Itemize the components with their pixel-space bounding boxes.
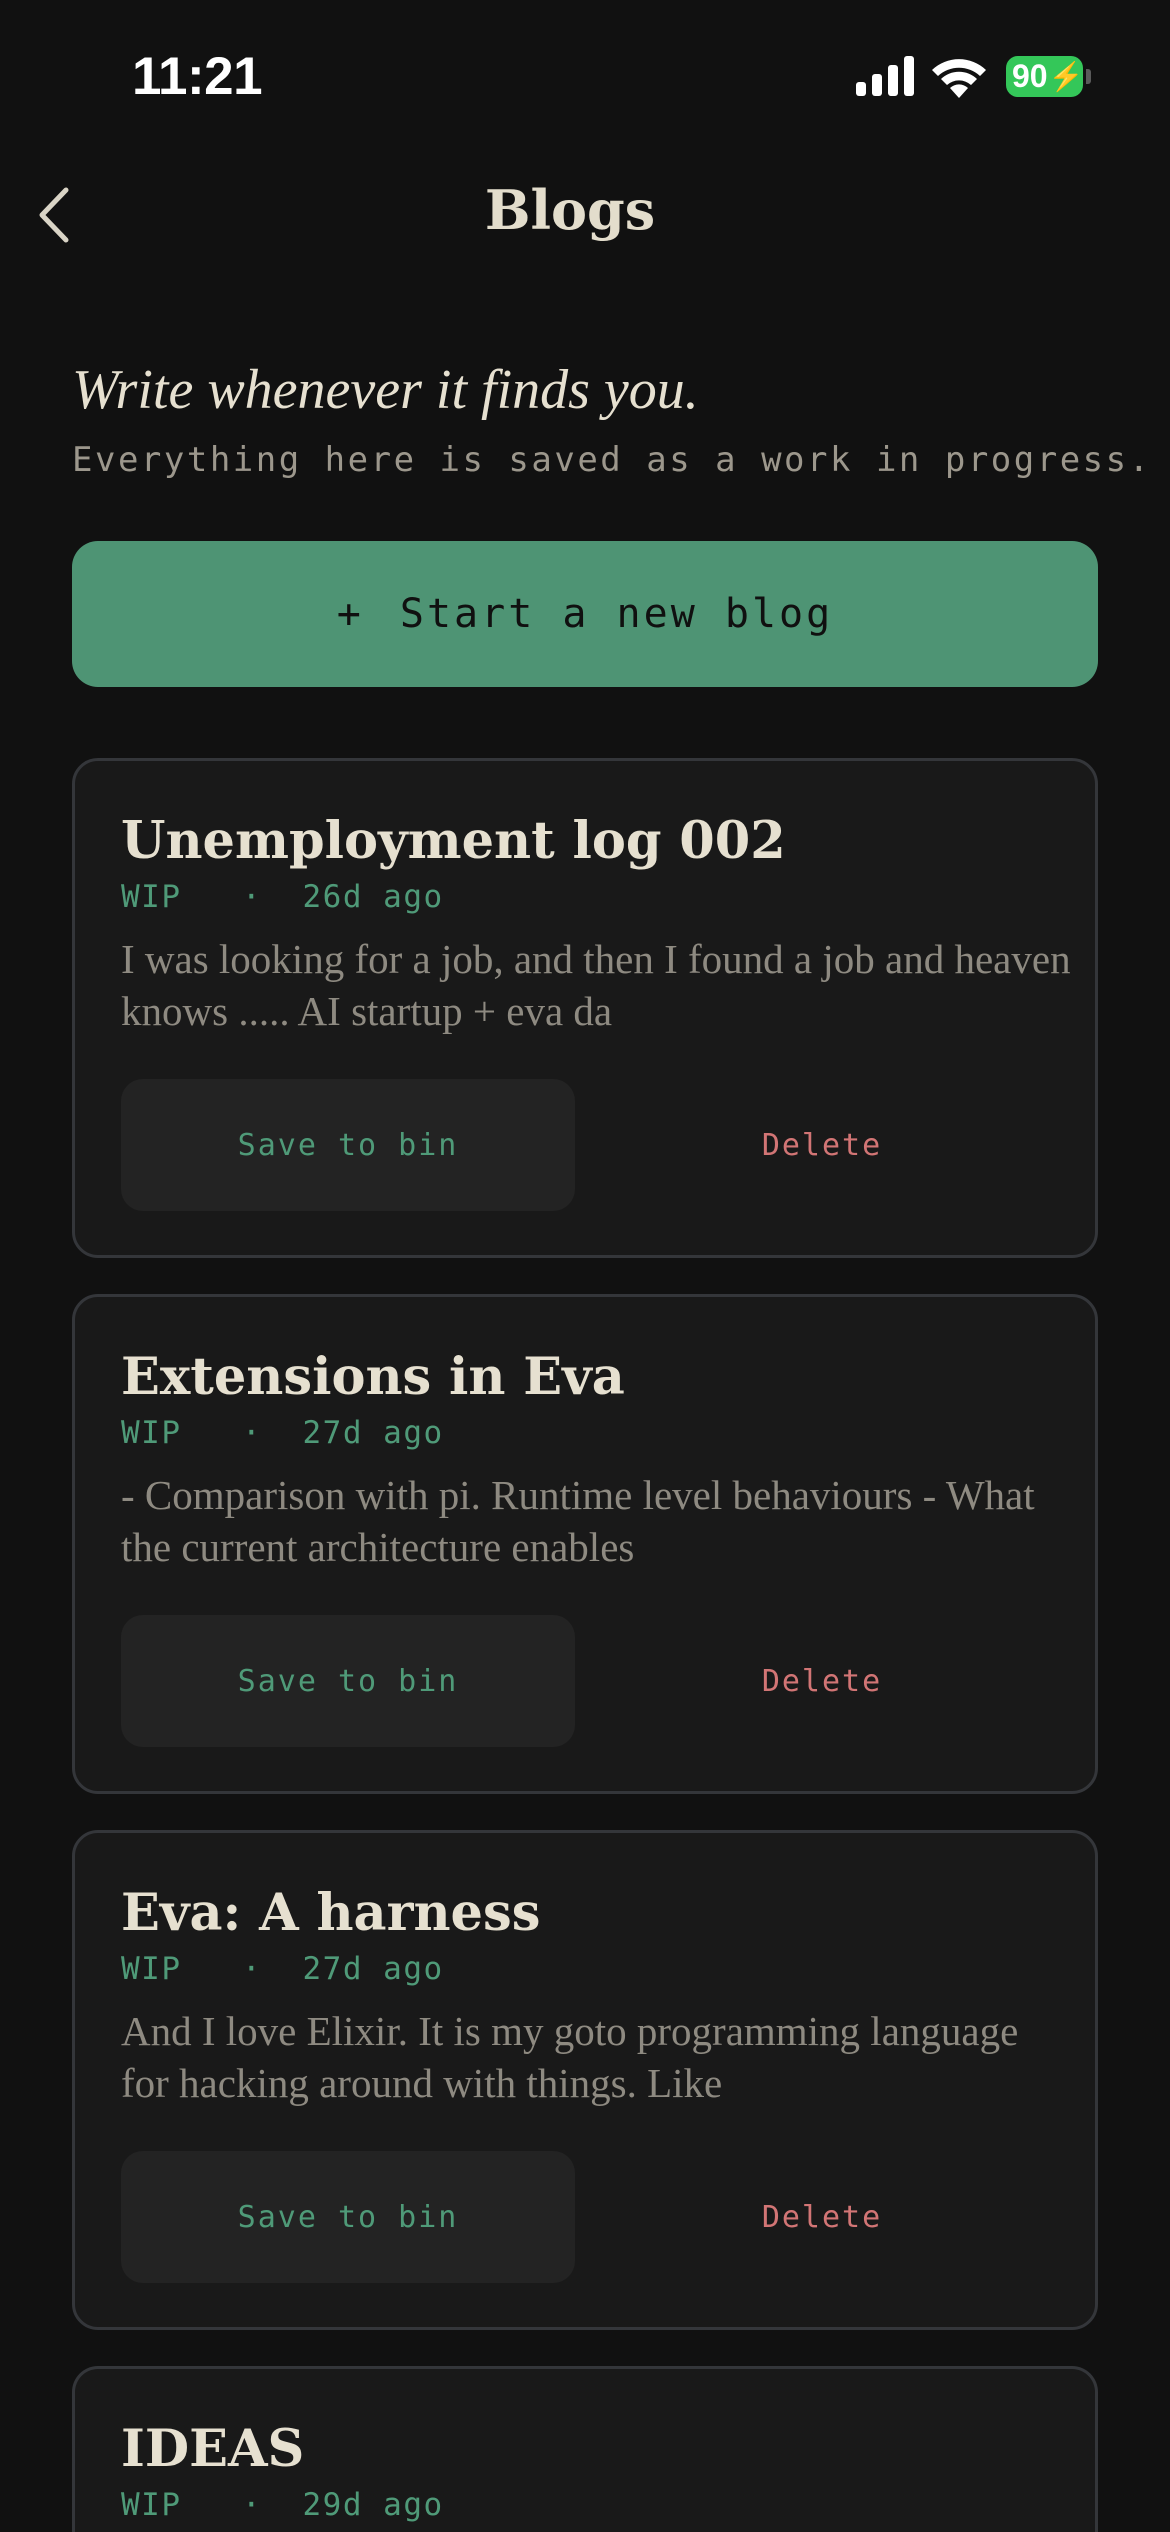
status-badge: WIP (121, 1415, 182, 1451)
blog-card[interactable]: Unemployment log 002 WIP · 26d ago I was… (72, 758, 1098, 1258)
blog-title: Extensions in Eva (121, 1347, 625, 1407)
status-badge: WIP (121, 879, 182, 915)
blog-title: Unemployment log 002 (121, 811, 786, 871)
blog-age: 27d ago (302, 1415, 444, 1451)
battery-cap (1086, 69, 1091, 84)
status-time: 11:21 (132, 47, 263, 106)
blog-excerpt: I was looking for a job, and then I foun… (121, 936, 1071, 1034)
save-to-bin-button[interactable]: Save to bin (121, 2151, 575, 2283)
meta-separator: · (242, 2487, 263, 2523)
meta-separator: · (242, 1951, 263, 1987)
meta-separator: · (242, 879, 263, 915)
blog-title: Eva: A harness (121, 1883, 541, 1943)
blog-age: 27d ago (302, 1951, 444, 1987)
bolt-icon: ⚡ (1048, 61, 1084, 92)
delete-button[interactable]: Delete (595, 1079, 1049, 1211)
wifi-icon (932, 59, 986, 98)
battery-level: 90 (1012, 58, 1048, 94)
battery-charging-icon: 90 ⚡ (1006, 56, 1083, 97)
subtitle: Everything here is saved as a work in pr… (72, 440, 1152, 480)
plus-icon: + (336, 591, 364, 637)
page-title: Blogs (484, 178, 656, 242)
cellular-signal-icon (856, 56, 914, 96)
blog-meta: WIP · 27d ago (121, 1415, 444, 1451)
blog-meta: WIP · 27d ago (121, 1951, 444, 1987)
new-blog-label: Start a new blog (399, 591, 834, 637)
save-to-bin-button[interactable]: Save to bin (121, 1615, 575, 1747)
status-bar: 11:21 90 ⚡ (0, 0, 1170, 150)
status-badge: WIP (121, 2487, 182, 2523)
blog-age: 26d ago (302, 879, 444, 915)
delete-button[interactable]: Delete (595, 2151, 1049, 2283)
delete-button[interactable]: Delete (595, 1615, 1049, 1747)
blog-meta: WIP · 26d ago (121, 879, 444, 915)
blog-card[interactable]: Extensions in Eva WIP · 27d ago - Compar… (72, 1294, 1098, 1794)
new-blog-button[interactable]: + Start a new blog (72, 541, 1098, 687)
blog-card[interactable]: IDEAS WIP · 29d ago (72, 2366, 1098, 2532)
tagline: Write whenever it finds you. (72, 359, 699, 421)
save-to-bin-button[interactable]: Save to bin (121, 1079, 575, 1211)
meta-separator: · (242, 1415, 263, 1451)
blog-age: 29d ago (302, 2487, 444, 2523)
status-badge: WIP (121, 1951, 182, 1987)
blog-card[interactable]: Eva: A harness WIP · 27d ago And I love … (72, 1830, 1098, 2330)
blog-excerpt: - Comparison with pi. Runtime level beha… (121, 1472, 1035, 1570)
blog-meta: WIP · 29d ago (121, 2487, 444, 2523)
blog-title: IDEAS (121, 2419, 305, 2479)
blog-excerpt: And I love Elixir. It is my goto program… (121, 2008, 1019, 2106)
